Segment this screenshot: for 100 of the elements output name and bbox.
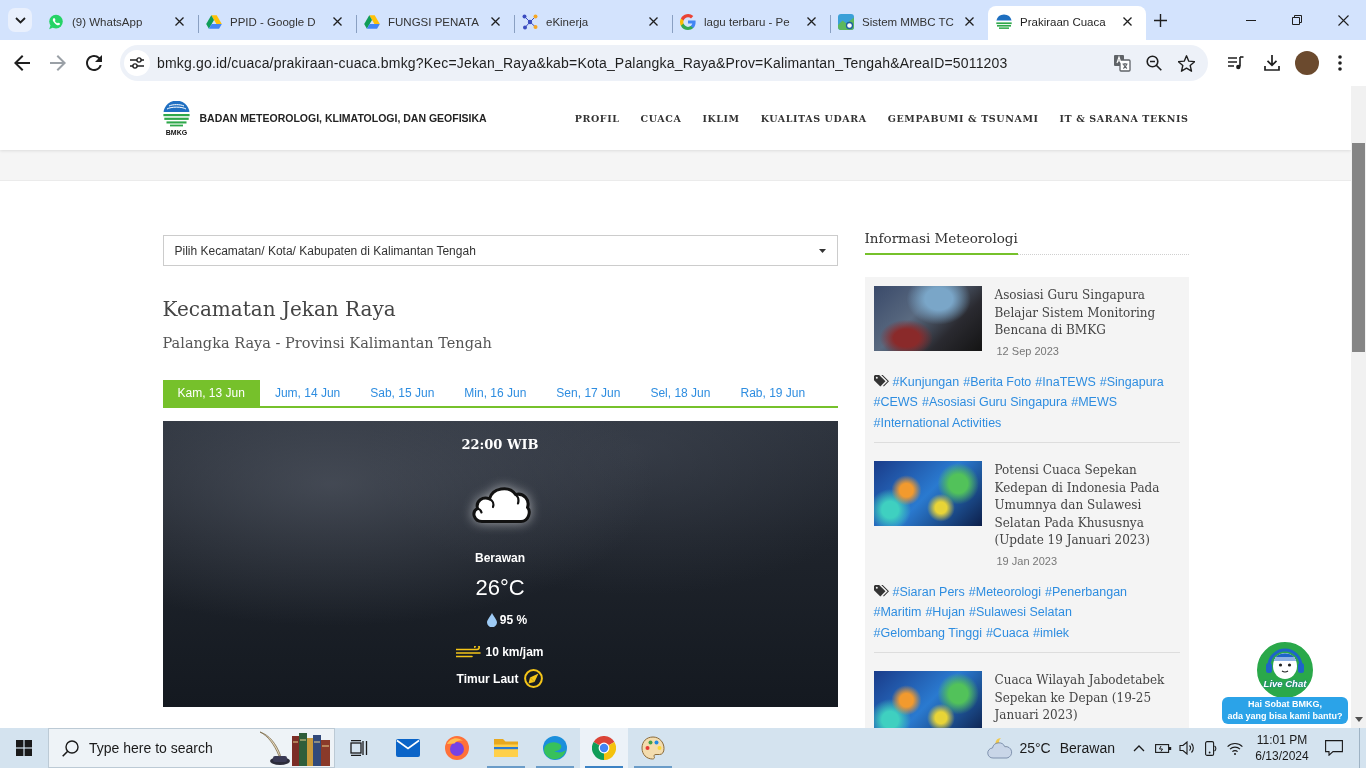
tags-icon <box>873 374 889 387</box>
article-title-link[interactable]: Cuaca Wilayah Jabodetabek Sepekan ke Depan (19-25 Januari 2023) <box>994 672 1180 725</box>
triangle-icon <box>364 13 380 30</box>
day-tab[interactable]: Sen, 17 Jun <box>541 380 636 406</box>
taskbar-search-field[interactable]: Type here to search <box>48 728 335 768</box>
tune-icon <box>130 57 144 69</box>
tag-link[interactable]: #Berita Foto <box>963 371 1032 392</box>
books-quill-icon <box>258 730 332 766</box>
browser-tab[interactable]: PPID - Google D <box>198 6 356 40</box>
tag-link[interactable]: #Maritim <box>873 602 922 623</box>
wifi-icon <box>1227 741 1243 755</box>
tag-link[interactable]: #Penerbangan <box>1045 581 1128 602</box>
search-icon <box>62 739 79 757</box>
organization-name: BADAN METEOROLOGI, KLIMATOLOGI, DAN GEOFISIKA <box>199 112 487 124</box>
map-placeholder[interactable] <box>873 671 982 728</box>
reload-icon <box>86 55 102 71</box>
taskbar-app-button[interactable] <box>580 728 628 768</box>
tag-link[interactable]: #Cuaca <box>985 622 1029 643</box>
tag-link[interactable]: #InaTEWS <box>1035 371 1096 392</box>
swirl-icon <box>543 736 567 760</box>
tag-link[interactable]: #Gelombang Tinggi <box>873 622 982 643</box>
scrollbar-track[interactable] <box>1351 86 1366 728</box>
browser-tab[interactable]: (9) WhatsApp <box>40 6 198 40</box>
tag-link[interactable]: #Sulawesi Selatan <box>969 602 1072 623</box>
browser-tab[interactable]: eKinerja <box>514 6 672 40</box>
start-grid-icon <box>16 740 32 756</box>
back-arrow-icon <box>14 55 30 71</box>
tag-link[interactable]: #International Activities <box>873 412 1002 433</box>
minimize-icon <box>1246 19 1256 21</box>
temperature: 26°C <box>475 574 525 602</box>
nav-link[interactable]: KUALITAS UDARA <box>760 112 867 124</box>
map-magnifier-icon <box>838 13 854 30</box>
tag-link[interactable]: #Singapura <box>1099 371 1164 392</box>
browser-tab[interactable]: Prakiraan Cuaca <box>988 6 1146 40</box>
live-chat-button[interactable]: Live Chat <box>1255 640 1315 700</box>
more-menu-icon <box>1338 55 1342 71</box>
scrollbar-thumb[interactable] <box>1352 143 1365 352</box>
tag-link[interactable]: #MEWS <box>1071 392 1118 413</box>
photo-placeholder[interactable] <box>873 286 982 351</box>
envelope-icon <box>396 736 420 760</box>
dot-network-icon <box>522 13 538 30</box>
tag-link[interactable]: #Asosiasi Guru Singapura <box>921 392 1068 413</box>
taskbar-weather-button[interactable]: 25°C Berawan <box>979 728 1127 768</box>
tag-link[interactable]: #Meteorologi <box>968 581 1042 602</box>
download-icon <box>1264 55 1280 71</box>
mascot-icon <box>1265 646 1305 680</box>
humidity-value: 95 % <box>499 612 528 628</box>
tag-link[interactable]: #CEWS <box>873 392 918 413</box>
browser-tab[interactable]: lagu terbaru - Pe <box>672 6 830 40</box>
forecast-time: 22:00 WIB <box>461 436 539 454</box>
scroll-down-arrow-icon[interactable] <box>1355 717 1363 722</box>
day-tab[interactable]: Kam, 13 Jun <box>162 380 260 406</box>
site-info-button[interactable] <box>124 50 150 76</box>
close-icon <box>490 17 500 26</box>
url-text: bmkg.go.id/cuaca/prakiraan-cuaca.bmkg?Kec=Jekan_Raya&kab=Kota_Palangka_Raya&Prov=Kalimantan_Tengah&AreaID=5011203 <box>157 55 1008 71</box>
browser-tab[interactable]: Sistem MMBC TC <box>830 6 988 40</box>
phone-icon <box>1205 740 1217 756</box>
wind-icon <box>456 646 483 658</box>
tag-link[interactable]: #Kunjungan <box>892 371 960 392</box>
translate-icon <box>1113 54 1131 72</box>
nav-link[interactable]: IT & SARANA TEKNIS <box>1059 112 1189 124</box>
battery-icon <box>1154 742 1172 754</box>
tab-search-button[interactable] <box>8 8 32 32</box>
notification-icon <box>1325 740 1343 756</box>
day-tab[interactable]: Sel, 18 Jun <box>635 380 726 406</box>
article-title-link[interactable]: Asosiasi Guru Singapura Belajar Sistem Monitoring Bencana di BMKG <box>994 287 1180 340</box>
wind-speed: 10 km/jam <box>485 644 544 660</box>
nav-link[interactable]: CUACA <box>640 112 682 124</box>
map-placeholder[interactable] <box>873 461 982 526</box>
caret-down-icon <box>818 248 826 253</box>
nav-link[interactable]: PROFIL <box>574 112 620 124</box>
playlist-music-icon <box>1228 56 1244 70</box>
close-icon <box>648 17 658 26</box>
browser-tab[interactable]: FUNGSI PENATA <box>356 6 514 40</box>
day-tab[interactable]: Sab, 15 Jun <box>355 380 450 406</box>
address-bar[interactable]: bmkg.go.id/cuaca/prakiraan-cuaca.bmkg?Kec=Jekan_Raya&kab=Kota_Palangka_Raya&Prov=Kalimantan_Tengah&AreaID=5011203 <box>120 45 1208 81</box>
plus-icon <box>1153 13 1167 27</box>
avatar-placeholder[interactable] <box>1295 51 1319 75</box>
g-ring-icon <box>680 13 696 30</box>
task-view-icon <box>350 740 368 756</box>
day-tab[interactable]: Rab, 19 Jun <box>725 380 821 406</box>
logo-icon <box>163 100 190 127</box>
article-title-link[interactable]: Potensi Cuaca Sepekan Kedepan di Indonesia Pada Umumnya dan Sulawesi Selatan Pada Khususnya (Update 19 Januari 2023) <box>994 462 1180 550</box>
chevron-up-icon <box>1133 744 1145 752</box>
close-icon <box>806 17 816 26</box>
location-select[interactable]: Pilih Kecamatan/ Kota/ Kabupaten di Kalimantan Tengah <box>162 235 838 266</box>
nav-link[interactable]: IKLIM <box>702 112 740 124</box>
section-title: Informasi Meteorologi <box>864 227 1018 255</box>
search-input[interactable]: Type here to search <box>89 740 239 756</box>
palette-icon <box>641 736 665 760</box>
day-tab[interactable]: Min, 16 Jun <box>449 380 542 406</box>
day-tab[interactable]: Jum, 14 Jun <box>259 380 356 406</box>
clock-button[interactable]: 11:01 PM 6/13/2024 <box>1247 728 1317 768</box>
nav-link[interactable]: GEMPABUMI & TSUNAMI <box>887 112 1039 124</box>
close-icon <box>964 17 974 26</box>
tag-link[interactable]: #imlek <box>1033 622 1070 643</box>
tag-link[interactable]: #Hujan <box>925 602 966 623</box>
flame-globe-icon <box>445 736 469 760</box>
tag-link[interactable]: #Siaran Pers <box>892 581 965 602</box>
chat-greeting-bubble[interactable]: Hai Sobat BMKG, ada yang bisa kami bantu? <box>1222 697 1348 724</box>
